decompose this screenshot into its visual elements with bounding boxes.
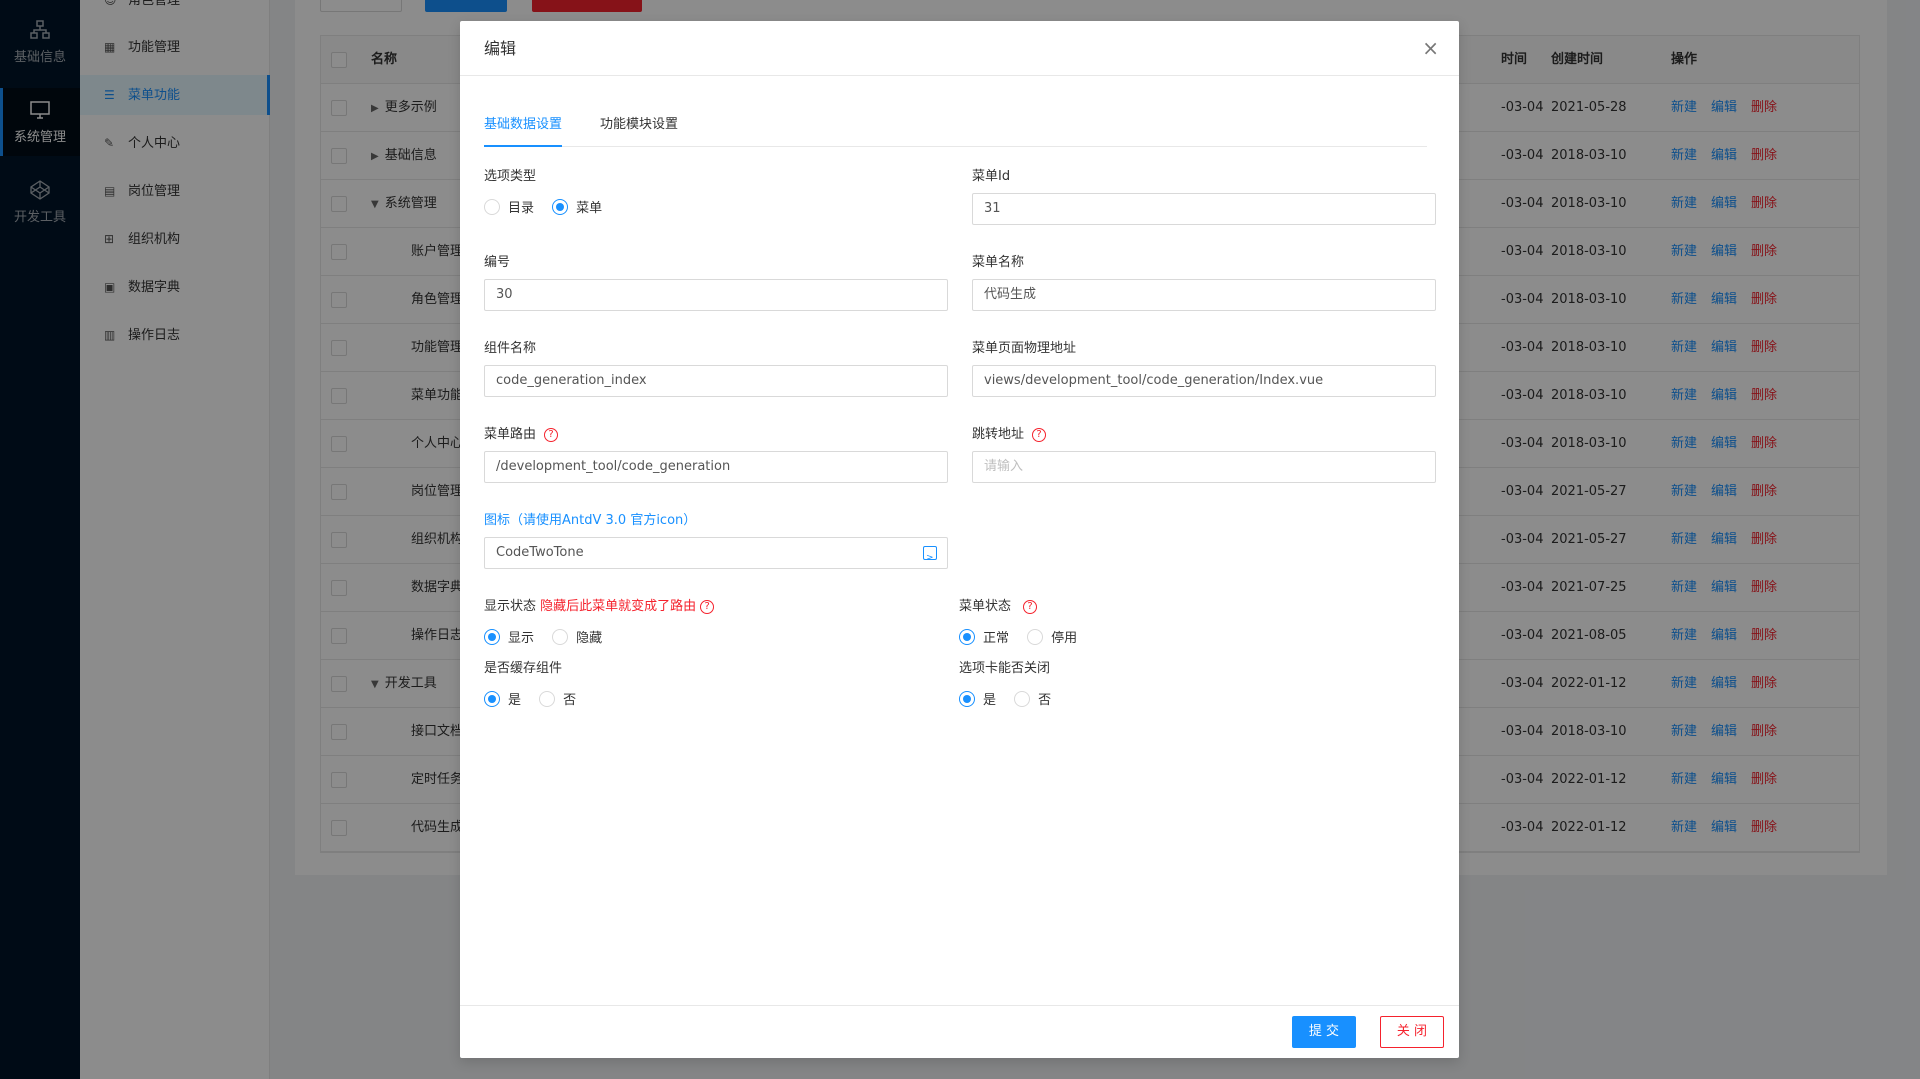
radio-dot bbox=[484, 691, 500, 707]
radio-dot bbox=[552, 199, 569, 215]
radio-option[interactable]: 隐藏 bbox=[552, 627, 602, 646]
page-path-input[interactable]: views/development_tool/code_generation/I… bbox=[972, 365, 1436, 397]
code-input[interactable]: 30 bbox=[484, 279, 948, 311]
radio-dot bbox=[484, 199, 500, 215]
redirect-input[interactable]: 请输入 bbox=[972, 451, 1436, 483]
radio-option[interactable]: 目录 bbox=[484, 197, 534, 216]
menu-id-input[interactable]: 31 bbox=[972, 193, 1436, 225]
question-circle-icon[interactable]: ? bbox=[544, 428, 559, 442]
code-icon[interactable] bbox=[923, 543, 937, 573]
icon-label: 图标（请使用AntdV 3.0 官方icon） bbox=[484, 513, 697, 528]
radio-option[interactable]: 否 bbox=[539, 689, 576, 708]
route-label: 菜单路由? bbox=[484, 423, 559, 442]
tab-function-module[interactable]: 功能模块设置 bbox=[600, 111, 678, 147]
radio-dot bbox=[959, 629, 975, 645]
menu-id-label: 菜单Id bbox=[972, 169, 1011, 184]
radio-option[interactable]: 否 bbox=[1014, 689, 1051, 708]
modal-header: 编辑 × bbox=[460, 21, 1459, 76]
icon-input[interactable]: CodeTwoTone bbox=[484, 537, 948, 573]
component-name-label: 组件名称 bbox=[484, 341, 537, 356]
modal-tabs: 基础数据设置 功能模块设置 bbox=[484, 111, 1427, 147]
radio-option-selected[interactable]: 菜单 bbox=[552, 197, 602, 216]
radio-option-selected[interactable]: 显示 bbox=[484, 627, 534, 646]
component-name-input[interactable]: code_generation_index bbox=[484, 365, 948, 397]
cache-radio: 是 否 bbox=[484, 689, 590, 708]
radio-option-selected[interactable]: 正常 bbox=[959, 627, 1009, 646]
menu-name-input[interactable]: 代码生成 bbox=[972, 279, 1436, 311]
closable-label: 选项卡能否关闭 bbox=[959, 661, 1051, 676]
display-status-label: 显示状态 隐藏后此菜单就变成了路由? bbox=[484, 595, 715, 614]
radio-dot bbox=[959, 691, 975, 707]
radio-dot bbox=[484, 629, 500, 645]
submit-button[interactable]: 提 交 bbox=[1292, 1016, 1356, 1048]
radio-option-selected[interactable]: 是 bbox=[484, 689, 521, 708]
modal-title: 编辑 bbox=[484, 39, 517, 58]
cache-label: 是否缓存组件 bbox=[484, 661, 563, 676]
edit-modal: 编辑 × 基础数据设置 功能模块设置 选项类型 目录 菜单 菜单Id 31 编号… bbox=[460, 21, 1459, 1058]
route-input[interactable]: /development_tool/code_generation bbox=[484, 451, 948, 483]
modal-footer: 提 交 关 闭 bbox=[460, 1005, 1459, 1058]
page-path-label: 菜单页面物理地址 bbox=[972, 341, 1077, 356]
tab-basic-data[interactable]: 基础数据设置 bbox=[484, 111, 563, 147]
option-type-label: 选项类型 bbox=[484, 169, 537, 184]
radio-dot bbox=[1014, 691, 1031, 707]
display-status-note: 隐藏后此菜单就变成了路由 bbox=[540, 599, 697, 614]
option-type-radio: 目录 菜单 bbox=[484, 197, 616, 216]
close-button[interactable]: 关 闭 bbox=[1380, 1016, 1444, 1048]
radio-option-selected[interactable]: 是 bbox=[959, 689, 996, 708]
question-circle-icon[interactable]: ? bbox=[1032, 428, 1047, 442]
code-label: 编号 bbox=[484, 255, 511, 270]
menu-status-radio: 正常 停用 bbox=[959, 627, 1091, 646]
radio-dot bbox=[552, 629, 569, 645]
display-status-radio: 显示 隐藏 bbox=[484, 627, 616, 646]
closable-radio: 是 否 bbox=[959, 689, 1065, 708]
menu-name-label: 菜单名称 bbox=[972, 255, 1025, 270]
radio-dot bbox=[539, 691, 556, 707]
question-circle-icon[interactable]: ? bbox=[700, 600, 715, 614]
close-icon[interactable]: × bbox=[1422, 21, 1439, 76]
radio-dot bbox=[1027, 629, 1044, 645]
redirect-label: 跳转地址? bbox=[972, 423, 1047, 442]
radio-option[interactable]: 停用 bbox=[1027, 627, 1077, 646]
menu-status-label: 菜单状态? bbox=[959, 595, 1038, 614]
question-circle-icon[interactable]: ? bbox=[1023, 600, 1038, 614]
